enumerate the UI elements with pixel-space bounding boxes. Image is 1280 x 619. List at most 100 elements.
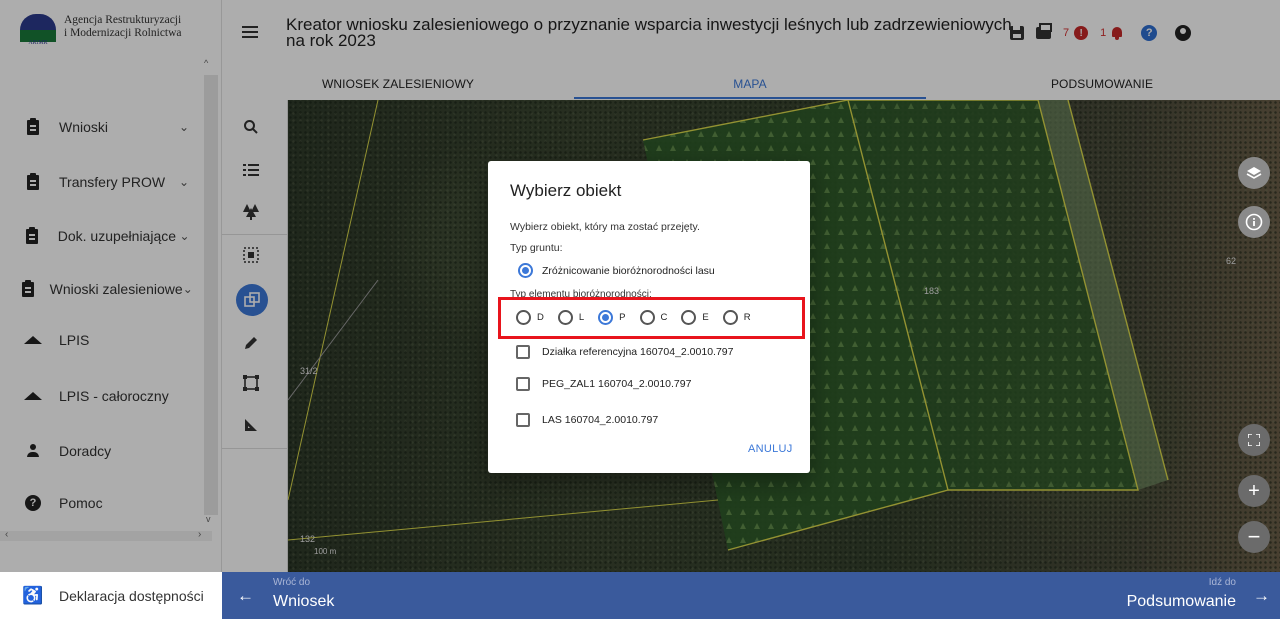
clipboard-icon: [27, 172, 39, 190]
map-label: 183: [924, 286, 940, 296]
option-label: R: [743, 312, 751, 323]
user-button[interactable]: [1175, 25, 1192, 41]
select-object-dialog: Wybierz obiekt Wybierz obiekt, który ma …: [488, 161, 810, 473]
clipboard-icon: [27, 117, 39, 135]
info-icon: [1245, 213, 1263, 231]
scroll-left-arrow[interactable]: ‹: [5, 529, 8, 540]
draw-tool[interactable]: [240, 332, 262, 354]
tab-wniosek-zalesieniowy[interactable]: WNIOSEK ZALESIENIOWY: [222, 68, 574, 99]
next-caption: Idź do: [1208, 577, 1236, 588]
sidebar-item-label: LPIS - całoroczny: [59, 388, 169, 404]
sidebar-item-lpis-caloroczny[interactable]: LPIS - całoroczny: [0, 376, 205, 416]
sidebar: ARiMR Agencja Restrukturyzacji i Moderni…: [0, 0, 222, 619]
arimr-logo[interactable]: ARiMR Agencja Restrukturyzacji i Moderni…: [20, 14, 220, 54]
accessibility-declaration-link[interactable]: ♿ Deklaracja dostępności: [0, 572, 222, 619]
checkbox-unchecked-icon: [516, 345, 530, 359]
zoom-out-button[interactable]: −: [1238, 521, 1270, 553]
errors-button[interactable]: 7 !: [1063, 26, 1089, 40]
sidebar-scroll-up-arrow[interactable]: ^: [204, 58, 208, 68]
map-label: 31/2: [300, 366, 318, 376]
ground-type-label: Typ gruntu:: [510, 242, 563, 254]
back-arrow-icon[interactable]: ←: [237, 586, 254, 606]
next-link[interactable]: Podsumowanie: [1127, 593, 1236, 611]
question-icon: ?: [1141, 25, 1158, 41]
save-button[interactable]: [1010, 26, 1024, 40]
radio-unchecked-icon: [639, 310, 655, 325]
menu-icon[interactable]: [242, 26, 258, 38]
bell-icon: [1111, 26, 1123, 40]
sidebar-item-dok-uzupelniajace[interactable]: Dok. uzupełniające ⌄: [0, 216, 205, 256]
forest-tool[interactable]: [240, 200, 262, 222]
chevron-down-icon: ⌄: [178, 120, 190, 134]
sidebar-item-transfery-prow[interactable]: Transfery PROW ⌄: [0, 162, 205, 202]
checkbox-las[interactable]: LAS 160704_2.0010.797: [516, 413, 658, 427]
radio-checked-icon: [598, 310, 614, 325]
element-option-l[interactable]: L: [557, 310, 584, 325]
chevron-down-icon: ⌄: [182, 282, 193, 296]
header-toolbar: 7 ! 1 ?: [1010, 22, 1203, 44]
take-over-object-tool[interactable]: [236, 284, 268, 316]
search-icon: [244, 120, 258, 134]
element-type-label: Typ elementu bioróżnorodności:: [510, 289, 652, 300]
element-option-p[interactable]: P: [598, 310, 626, 325]
checkbox-peg-zal1[interactable]: PEG_ZAL1 160704_2.0010.797: [516, 377, 691, 391]
footer: ♿ Deklaracja dostępności ← Wróć do Wnios…: [0, 572, 1280, 619]
next-arrow-icon[interactable]: →: [1253, 586, 1270, 606]
save-icon: [1010, 26, 1024, 40]
sidebar-item-label: Transfery PROW: [59, 174, 166, 190]
ground-type-radio[interactable]: Zróżnicowanie bioróżnorodności lasu: [518, 263, 715, 278]
rectangle-select-icon: [243, 375, 259, 391]
dialog-subtitle: Wybierz obiekt, który ma zostać przejęty…: [510, 221, 700, 233]
sidebar-scrollbar[interactable]: [204, 75, 218, 515]
accessibility-label: Deklaracja dostępności: [59, 587, 204, 604]
element-option-c[interactable]: C: [639, 310, 668, 325]
scale-label: 100 m: [314, 547, 337, 556]
zoom-in-button[interactable]: +: [1238, 475, 1270, 507]
cancel-button[interactable]: ANULUJ: [748, 443, 793, 455]
tab-mapa[interactable]: MAPA: [574, 68, 926, 99]
print-button[interactable]: [1036, 23, 1052, 39]
map-toolbar: [222, 100, 288, 572]
accessibility-icon: ♿: [22, 585, 44, 605]
sidebar-item-doradcy[interactable]: Doradcy: [0, 431, 205, 471]
fullscreen-button[interactable]: [1238, 424, 1270, 456]
layers-button[interactable]: [1238, 157, 1270, 189]
sidebar-item-wnioski[interactable]: Wnioski ⌄: [0, 107, 205, 147]
back-caption: Wróć do: [273, 577, 311, 588]
layers-list-tool[interactable]: [240, 159, 262, 181]
sidebar-item-wnioski-zalesieniowe[interactable]: Wnioski zalesieniowe ⌄: [0, 269, 205, 309]
element-option-r[interactable]: R: [722, 310, 751, 325]
sidebar-horizontal-scrollbar[interactable]: ‹ ›: [0, 529, 212, 541]
search-tool[interactable]: [240, 116, 262, 138]
user-icon: [1175, 25, 1192, 41]
error-count: 7: [1063, 27, 1070, 39]
help-button[interactable]: ?: [1141, 25, 1158, 41]
sidebar-item-pomoc[interactable]: ? Pomoc: [0, 483, 205, 523]
scroll-right-arrow[interactable]: ›: [198, 529, 201, 540]
option-label: C: [660, 312, 668, 323]
sidebar-item-lpis[interactable]: LPIS: [0, 320, 205, 360]
map-label: 132: [300, 534, 316, 544]
back-link[interactable]: Wniosek: [273, 593, 334, 611]
plus-icon: +: [1248, 480, 1260, 502]
option-label: E: [702, 312, 709, 323]
sidebar-scroll-down-arrow[interactable]: v: [206, 514, 211, 524]
element-option-d[interactable]: D: [516, 310, 544, 325]
measure-angle-icon: [245, 419, 257, 431]
fullscreen-icon: [1248, 434, 1260, 446]
sidebar-item-label: Doradcy: [59, 443, 112, 459]
option-label: D: [537, 312, 544, 323]
select-area-tool[interactable]: [240, 244, 262, 266]
ground-type-option-label: Zróżnicowanie bioróżnorodności lasu: [542, 264, 715, 277]
clipboard-icon: [22, 279, 35, 297]
rectangle-tool[interactable]: [240, 372, 262, 394]
checkbox-dzialka-referencyjna[interactable]: Działka referencyjna 160704_2.0010.797: [516, 345, 733, 359]
sidebar-item-label: Wnioski zalesieniowe: [49, 281, 183, 297]
measure-tool[interactable]: [240, 414, 262, 436]
select-dotted-icon: [243, 247, 259, 263]
tab-podsumowanie[interactable]: PODSUMOWANIE: [926, 68, 1278, 99]
notifications-button[interactable]: 1: [1100, 26, 1123, 40]
element-option-e[interactable]: E: [681, 310, 709, 325]
info-button[interactable]: [1238, 206, 1270, 238]
sidebar-item-label: Dok. uzupełniające: [57, 228, 177, 244]
